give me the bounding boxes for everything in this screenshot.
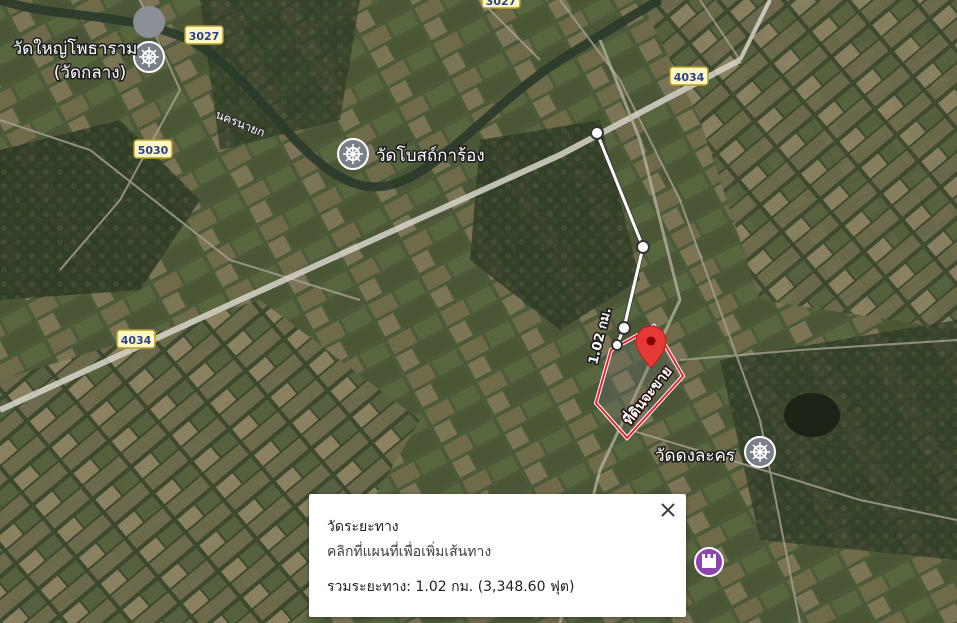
svg-text:3027: 3027 [189, 30, 220, 43]
poi-purple[interactable] [694, 547, 724, 577]
temple-icon [744, 436, 776, 468]
castle-icon [702, 554, 716, 568]
road-shield: 3027 [184, 25, 224, 45]
poi-label: วัดใหญ่โพธาราม [13, 38, 138, 59]
poi-label: วัดโบสถ์การ้อง [376, 145, 485, 166]
total-distance: รวมระยะทาง: 1.02 กม. (3,348.60 ฟุต) [327, 579, 575, 595]
temple-icon [337, 138, 369, 170]
measure-endpoint[interactable] [611, 339, 623, 351]
measure-distance-panel: วัดระยะทาง คลิกที่แผนที่เพื่อเพิ่มเส้นทา… [309, 494, 686, 617]
measure-point[interactable] [636, 240, 650, 254]
svg-text:5030: 5030 [138, 144, 169, 157]
pond [784, 393, 840, 437]
close-icon[interactable] [656, 498, 680, 522]
measure-point[interactable] [617, 321, 631, 335]
road-shield: 5030 [133, 139, 173, 159]
road-shield: 4034 [116, 329, 156, 349]
panel-title: วัดระยะทาง [327, 519, 399, 535]
road-shield: 3027 [481, 0, 521, 9]
panel-hint: คลิกที่แผนที่เพื่อเพิ่มเส้นทาง [327, 544, 492, 560]
svg-text:4034: 4034 [674, 71, 705, 84]
poi-label: (วัดกลาง) [54, 63, 126, 83]
svg-text:3027: 3027 [486, 0, 517, 8]
measure-point[interactable] [590, 126, 604, 140]
poi-label: วัดดงละคร [655, 446, 735, 466]
svg-text:4034: 4034 [121, 334, 152, 347]
road-shield: 4034 [669, 66, 709, 86]
